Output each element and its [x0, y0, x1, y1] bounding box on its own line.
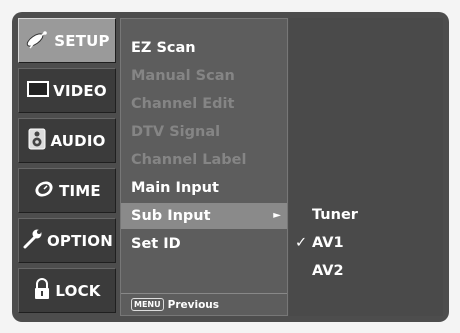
nav-audio-label: AUDIO: [50, 131, 106, 150]
checkmark-icon: ✓: [295, 235, 308, 251]
wrench-icon: [21, 228, 43, 254]
sub-input-submenu: Tuner ✓ AV1 AV2: [289, 18, 443, 316]
padlock-icon: [33, 277, 51, 304]
menu-item-ez-scan[interactable]: EZ Scan: [121, 35, 287, 61]
menu-item-sub-input[interactable]: Sub Input ►: [121, 203, 287, 229]
clock-icon: [33, 179, 55, 203]
nav-setup-label: SETUP: [54, 31, 110, 50]
nav-video-label: VIDEO: [53, 81, 107, 100]
previous-hint: Previous: [167, 298, 220, 311]
nav-lock-button[interactable]: LOCK: [18, 268, 116, 313]
menu-item-manual-scan[interactable]: Manual Scan: [121, 63, 287, 89]
nav-setup-button[interactable]: SETUP: [18, 18, 116, 63]
screen-icon: [27, 80, 50, 101]
nav-video-button[interactable]: VIDEO: [18, 68, 116, 113]
setup-menu: EZ Scan Manual Scan Channel Edit DTV Sig…: [120, 18, 288, 316]
submenu-item-tuner[interactable]: Tuner: [289, 202, 443, 228]
nav-audio-button[interactable]: AUDIO: [18, 118, 116, 163]
menu-item-channel-edit[interactable]: Channel Edit: [121, 91, 287, 117]
menu-item-main-input[interactable]: Main Input: [121, 175, 287, 201]
nav-time-label: TIME: [59, 181, 101, 200]
menu-item-sub-input-label: Sub Input: [131, 208, 211, 224]
menu-item-set-id[interactable]: Set ID: [121, 231, 287, 257]
nav-lock-label: LOCK: [55, 281, 101, 300]
menu-key-icon: MENU: [131, 298, 164, 311]
satellite-dish-icon: [24, 29, 50, 53]
nav-option-button[interactable]: OPTION: [18, 218, 116, 263]
menu-item-dtv-signal[interactable]: DTV Signal: [121, 119, 287, 145]
nav-option-label: OPTION: [46, 231, 114, 250]
submenu-item-av1-label: AV1: [312, 235, 344, 251]
submenu-item-tuner-label: Tuner: [312, 207, 358, 223]
submenu-item-av2[interactable]: AV2: [289, 258, 443, 284]
menu-item-channel-label[interactable]: Channel Label: [121, 147, 287, 173]
submenu-item-av2-label: AV2: [312, 263, 344, 279]
category-nav: SETUP VIDEO AUDIO TIME OPTION LOCK: [18, 18, 116, 316]
nav-time-button[interactable]: TIME: [18, 168, 116, 213]
submenu-arrow-icon: ►: [273, 210, 281, 221]
submenu-item-av1[interactable]: ✓ AV1: [289, 230, 443, 256]
speaker-icon: [28, 128, 46, 154]
menu-footer: MENU Previous: [121, 293, 287, 315]
